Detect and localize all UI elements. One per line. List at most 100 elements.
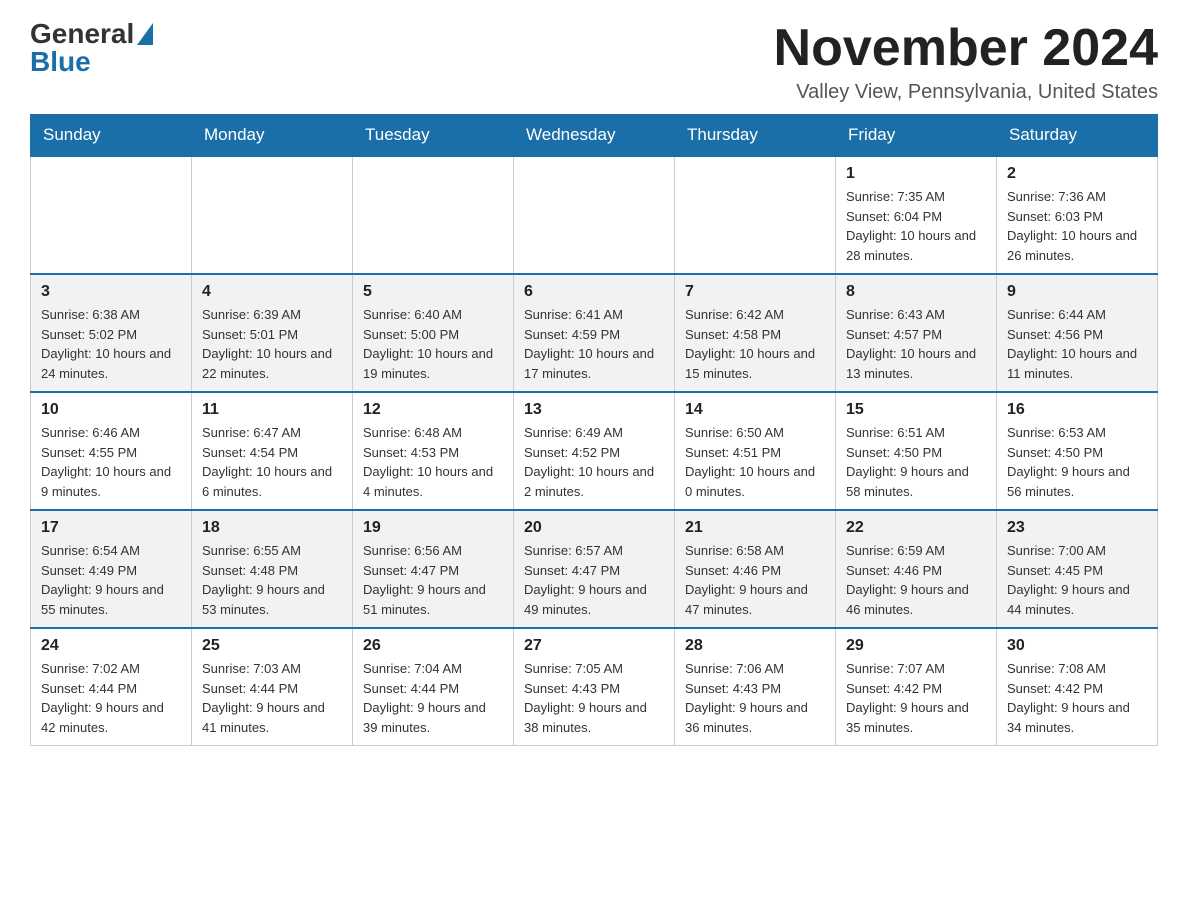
title-section: November 2024 Valley View, Pennsylvania,… bbox=[774, 20, 1158, 104]
day-info: Sunrise: 6:57 AM Sunset: 4:47 PM Dayligh… bbox=[524, 541, 664, 619]
calendar-cell: 25 Sunrise: 7:03 AM Sunset: 4:44 PM Dayli… bbox=[192, 628, 353, 746]
calendar-week-row: 24 Sunrise: 7:02 AM Sunset: 4:44 PM Dayli… bbox=[31, 628, 1158, 746]
calendar-cell: 14Sunrise: 6:50 AM Sunset: 4:51 PM Dayli… bbox=[675, 392, 836, 510]
calendar-cell: 1 Sunrise: 7:35 AM Sunset: 6:04 PM Daylig… bbox=[836, 156, 997, 274]
day-info: Sunrise: 7:06 AM Sunset: 4:43 PM Dayligh… bbox=[685, 659, 825, 737]
day-info: Sunrise: 6:50 AM Sunset: 4:51 PM Dayligh… bbox=[685, 423, 825, 501]
day-info: Sunrise: 7:35 AM Sunset: 6:04 PM Dayligh… bbox=[846, 187, 986, 265]
calendar-cell: 24 Sunrise: 7:02 AM Sunset: 4:44 PM Dayli… bbox=[31, 628, 192, 746]
day-number: 15 bbox=[846, 401, 986, 419]
calendar-cell: 4 Sunrise: 6:39 AM Sunset: 5:01 PM Daylig… bbox=[192, 274, 353, 392]
day-number: 9 bbox=[1007, 283, 1147, 301]
calendar-header-friday: Friday bbox=[836, 115, 997, 157]
day-number: 25 bbox=[202, 637, 342, 655]
day-info: Sunrise: 6:49 AM Sunset: 4:52 PM Dayligh… bbox=[524, 423, 664, 501]
day-info: Sunrise: 6:39 AM Sunset: 5:01 PM Dayligh… bbox=[202, 305, 342, 383]
day-number: 5 bbox=[363, 283, 503, 301]
calendar-cell bbox=[31, 156, 192, 274]
day-info: Sunrise: 7:08 AM Sunset: 4:42 PM Dayligh… bbox=[1007, 659, 1147, 737]
calendar-cell: 16Sunrise: 6:53 AM Sunset: 4:50 PM Dayli… bbox=[997, 392, 1158, 510]
day-number: 6 bbox=[524, 283, 664, 301]
calendar-cell bbox=[353, 156, 514, 274]
calendar-header-sunday: Sunday bbox=[31, 115, 192, 157]
day-number: 17 bbox=[41, 519, 181, 537]
calendar-header-row: SundayMondayTuesdayWednesdayThursdayFrid… bbox=[31, 115, 1158, 157]
calendar-header-monday: Monday bbox=[192, 115, 353, 157]
day-info: Sunrise: 7:00 AM Sunset: 4:45 PM Dayligh… bbox=[1007, 541, 1147, 619]
calendar-cell: 5 Sunrise: 6:40 AM Sunset: 5:00 PM Daylig… bbox=[353, 274, 514, 392]
calendar-header-wednesday: Wednesday bbox=[514, 115, 675, 157]
calendar-week-row: 10 Sunrise: 6:46 AM Sunset: 4:55 PM Dayli… bbox=[31, 392, 1158, 510]
calendar-cell: 29 Sunrise: 7:07 AM Sunset: 4:42 PM Dayli… bbox=[836, 628, 997, 746]
day-number: 27 bbox=[524, 637, 664, 655]
calendar-week-row: 1 Sunrise: 7:35 AM Sunset: 6:04 PM Daylig… bbox=[31, 156, 1158, 274]
day-number: 3 bbox=[41, 283, 181, 301]
day-number: 21 bbox=[685, 519, 825, 537]
calendar-cell: 7 Sunrise: 6:42 AM Sunset: 4:58 PM Daylig… bbox=[675, 274, 836, 392]
day-number: 11 bbox=[202, 401, 342, 419]
calendar-cell: 8Sunrise: 6:43 AM Sunset: 4:57 PM Daylig… bbox=[836, 274, 997, 392]
logo-blue-text: Blue bbox=[30, 48, 91, 76]
calendar-cell: 28 Sunrise: 7:06 AM Sunset: 4:43 PM Dayli… bbox=[675, 628, 836, 746]
location-subtitle: Valley View, Pennsylvania, United States bbox=[774, 81, 1158, 104]
day-info: Sunrise: 6:46 AM Sunset: 4:55 PM Dayligh… bbox=[41, 423, 181, 501]
calendar-header-saturday: Saturday bbox=[997, 115, 1158, 157]
day-number: 20 bbox=[524, 519, 664, 537]
calendar-cell: 15 Sunrise: 6:51 AM Sunset: 4:50 PM Dayli… bbox=[836, 392, 997, 510]
calendar-cell: 12Sunrise: 6:48 AM Sunset: 4:53 PM Dayli… bbox=[353, 392, 514, 510]
calendar-cell: 23 Sunrise: 7:00 AM Sunset: 4:45 PM Dayli… bbox=[997, 510, 1158, 628]
day-number: 26 bbox=[363, 637, 503, 655]
calendar-header-thursday: Thursday bbox=[675, 115, 836, 157]
day-info: Sunrise: 7:07 AM Sunset: 4:42 PM Dayligh… bbox=[846, 659, 986, 737]
calendar-week-row: 17 Sunrise: 6:54 AM Sunset: 4:49 PM Dayli… bbox=[31, 510, 1158, 628]
day-number: 29 bbox=[846, 637, 986, 655]
day-info: Sunrise: 6:58 AM Sunset: 4:46 PM Dayligh… bbox=[685, 541, 825, 619]
day-number: 24 bbox=[41, 637, 181, 655]
day-number: 13 bbox=[524, 401, 664, 419]
day-info: Sunrise: 6:51 AM Sunset: 4:50 PM Dayligh… bbox=[846, 423, 986, 501]
calendar-cell: 30Sunrise: 7:08 AM Sunset: 4:42 PM Dayli… bbox=[997, 628, 1158, 746]
calendar-cell: 20 Sunrise: 6:57 AM Sunset: 4:47 PM Dayli… bbox=[514, 510, 675, 628]
day-info: Sunrise: 6:55 AM Sunset: 4:48 PM Dayligh… bbox=[202, 541, 342, 619]
day-info: Sunrise: 7:03 AM Sunset: 4:44 PM Dayligh… bbox=[202, 659, 342, 737]
calendar-cell bbox=[675, 156, 836, 274]
day-info: Sunrise: 7:02 AM Sunset: 4:44 PM Dayligh… bbox=[41, 659, 181, 737]
day-number: 2 bbox=[1007, 165, 1147, 183]
day-number: 8 bbox=[846, 283, 986, 301]
day-number: 19 bbox=[363, 519, 503, 537]
day-number: 23 bbox=[1007, 519, 1147, 537]
calendar-cell bbox=[192, 156, 353, 274]
calendar-cell: 21 Sunrise: 6:58 AM Sunset: 4:46 PM Dayli… bbox=[675, 510, 836, 628]
day-number: 22 bbox=[846, 519, 986, 537]
calendar-cell: 6 Sunrise: 6:41 AM Sunset: 4:59 PM Daylig… bbox=[514, 274, 675, 392]
day-info: Sunrise: 6:56 AM Sunset: 4:47 PM Dayligh… bbox=[363, 541, 503, 619]
day-info: Sunrise: 6:40 AM Sunset: 5:00 PM Dayligh… bbox=[363, 305, 503, 383]
calendar-cell: 13 Sunrise: 6:49 AM Sunset: 4:52 PM Dayli… bbox=[514, 392, 675, 510]
calendar-header-tuesday: Tuesday bbox=[353, 115, 514, 157]
day-number: 4 bbox=[202, 283, 342, 301]
day-number: 10 bbox=[41, 401, 181, 419]
day-info: Sunrise: 6:59 AM Sunset: 4:46 PM Dayligh… bbox=[846, 541, 986, 619]
calendar-cell: 3 Sunrise: 6:38 AM Sunset: 5:02 PM Daylig… bbox=[31, 274, 192, 392]
logo-general-text: General bbox=[30, 20, 134, 48]
calendar-cell: 18Sunrise: 6:55 AM Sunset: 4:48 PM Dayli… bbox=[192, 510, 353, 628]
calendar-cell: 17 Sunrise: 6:54 AM Sunset: 4:49 PM Dayli… bbox=[31, 510, 192, 628]
calendar-cell: 11Sunrise: 6:47 AM Sunset: 4:54 PM Dayli… bbox=[192, 392, 353, 510]
day-number: 28 bbox=[685, 637, 825, 655]
day-number: 7 bbox=[685, 283, 825, 301]
day-info: Sunrise: 6:42 AM Sunset: 4:58 PM Dayligh… bbox=[685, 305, 825, 383]
day-info: Sunrise: 7:04 AM Sunset: 4:44 PM Dayligh… bbox=[363, 659, 503, 737]
day-info: Sunrise: 6:38 AM Sunset: 5:02 PM Dayligh… bbox=[41, 305, 181, 383]
logo: General Blue bbox=[30, 20, 153, 76]
page-header: General Blue November 2024 Valley View, … bbox=[30, 20, 1158, 104]
calendar-cell bbox=[514, 156, 675, 274]
calendar-cell: 26 Sunrise: 7:04 AM Sunset: 4:44 PM Dayli… bbox=[353, 628, 514, 746]
day-info: Sunrise: 7:05 AM Sunset: 4:43 PM Dayligh… bbox=[524, 659, 664, 737]
calendar-cell: 2 Sunrise: 7:36 AM Sunset: 6:03 PM Daylig… bbox=[997, 156, 1158, 274]
day-info: Sunrise: 6:41 AM Sunset: 4:59 PM Dayligh… bbox=[524, 305, 664, 383]
day-number: 1 bbox=[846, 165, 986, 183]
calendar-cell: 27 Sunrise: 7:05 AM Sunset: 4:43 PM Dayli… bbox=[514, 628, 675, 746]
day-info: Sunrise: 6:54 AM Sunset: 4:49 PM Dayligh… bbox=[41, 541, 181, 619]
day-info: Sunrise: 6:44 AM Sunset: 4:56 PM Dayligh… bbox=[1007, 305, 1147, 383]
day-info: Sunrise: 7:36 AM Sunset: 6:03 PM Dayligh… bbox=[1007, 187, 1147, 265]
